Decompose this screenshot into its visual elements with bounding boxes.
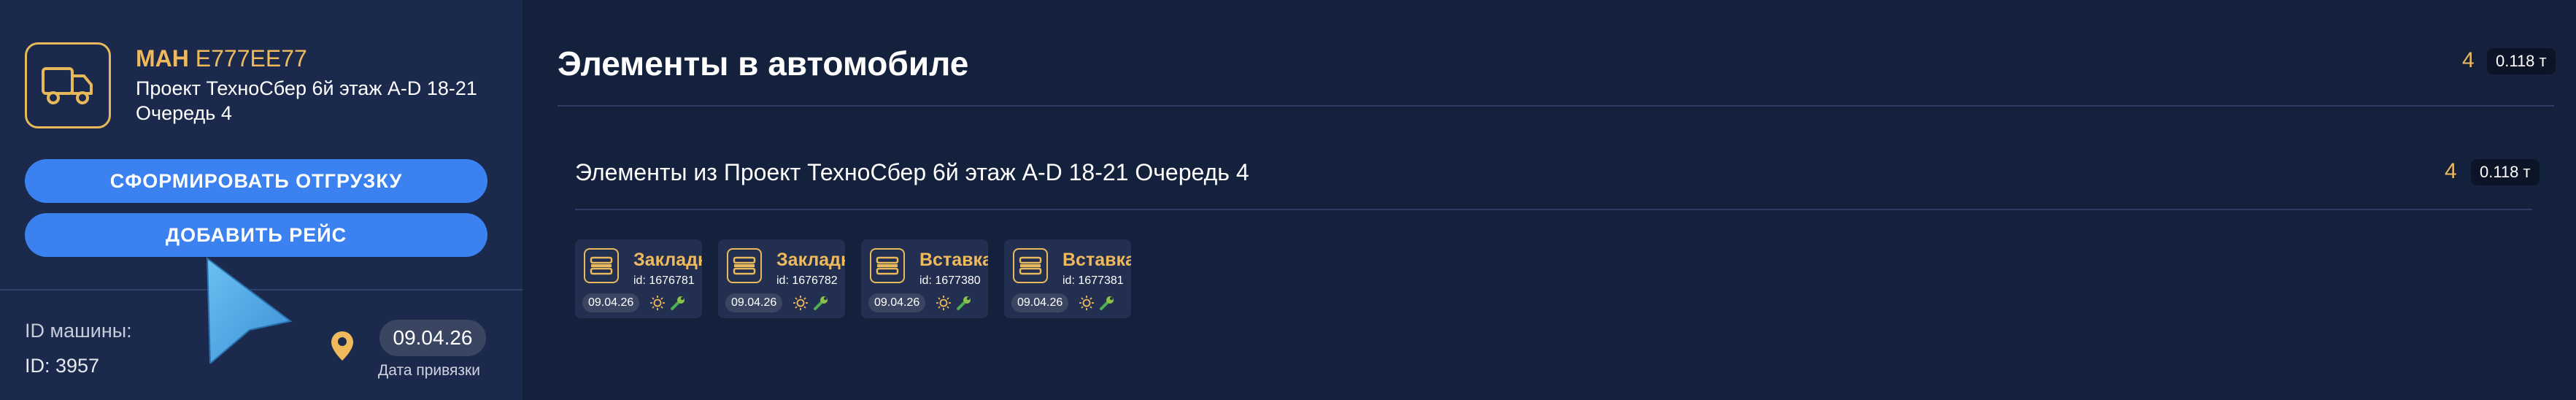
group-count: 4 bbox=[2445, 159, 2457, 183]
element-id: id: 1677381 bbox=[1063, 274, 1124, 287]
wrench-icon bbox=[814, 296, 828, 310]
vehicle-title: МАН Е777ЕЕ77 bbox=[136, 45, 307, 72]
vehicle-plate: Е777ЕЕ77 bbox=[195, 45, 307, 72]
element-card[interactable]: Вставка id: 1677380 09.04.26 bbox=[861, 239, 988, 318]
truck-icon bbox=[25, 42, 111, 128]
wrench-icon bbox=[957, 296, 971, 310]
element-date: 09.04.26 bbox=[582, 293, 640, 312]
wrench-icon bbox=[1100, 296, 1114, 310]
element-date: 09.04.26 bbox=[868, 293, 926, 312]
bind-date-caption: Дата привязки bbox=[378, 362, 480, 379]
vehicle-id-value: ID: 3957 bbox=[25, 355, 100, 377]
element-card[interactable]: Вставка id: 1677381 09.04.26 bbox=[1004, 239, 1131, 318]
element-card[interactable]: Закладн id: 1676781 09.04.26 bbox=[575, 239, 702, 318]
sun-icon bbox=[650, 296, 665, 310]
vehicle-brand: МАН bbox=[136, 45, 189, 72]
element-date: 09.04.26 bbox=[725, 293, 783, 312]
element-icon bbox=[870, 248, 905, 283]
bind-date: 09.04.26 bbox=[379, 320, 486, 356]
element-id: id: 1676781 bbox=[633, 274, 695, 287]
elements-weight: 0.118 т bbox=[2487, 48, 2556, 74]
sun-icon bbox=[1079, 296, 1094, 310]
location-pin-icon bbox=[330, 330, 355, 362]
element-name: Закладн bbox=[776, 250, 845, 270]
wrench-icon bbox=[671, 296, 685, 310]
elements-count: 4 bbox=[2462, 48, 2475, 72]
element-icon bbox=[727, 248, 762, 283]
element-id: id: 1677380 bbox=[919, 274, 981, 287]
form-shipment-button[interactable]: СФОРМИРОВАТЬ ОТГРУЗКУ bbox=[25, 159, 487, 203]
element-name: Вставка bbox=[1063, 250, 1131, 270]
divider bbox=[558, 105, 2554, 107]
vehicle-project: Проект ТехноСбер 6й этаж A-D 18-21 Очере… bbox=[136, 77, 477, 124]
element-name: Вставка bbox=[919, 250, 988, 270]
page-title: Элементы в автомобиле bbox=[558, 45, 969, 82]
element-date: 09.04.26 bbox=[1011, 293, 1069, 312]
pointer-cursor-icon bbox=[197, 254, 306, 366]
element-name: Закладн bbox=[633, 250, 702, 270]
group-title[interactable]: Элементы из Проект ТехноСбер 6й этаж A-D… bbox=[575, 159, 1249, 186]
divider bbox=[575, 209, 2532, 210]
sun-icon bbox=[793, 296, 808, 310]
sun-icon bbox=[936, 296, 951, 310]
element-id: id: 1676782 bbox=[776, 274, 838, 287]
vehicle-id-label: ID машины: bbox=[25, 320, 132, 342]
group-weight: 0.118 т bbox=[2471, 159, 2540, 185]
element-icon bbox=[584, 248, 619, 283]
add-trip-button[interactable]: ДОБАВИТЬ РЕЙС bbox=[25, 213, 487, 257]
element-icon bbox=[1013, 248, 1048, 283]
element-card[interactable]: Закладн id: 1676782 09.04.26 bbox=[718, 239, 845, 318]
